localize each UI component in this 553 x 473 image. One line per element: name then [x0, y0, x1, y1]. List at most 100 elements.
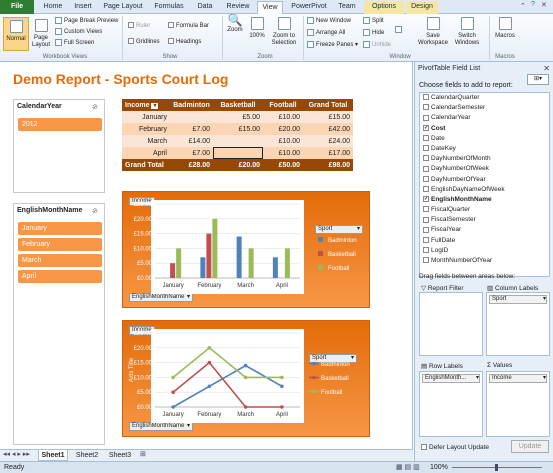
table-cell[interactable]: £42.00	[303, 123, 353, 135]
field-item[interactable]: CalendarSemester	[420, 103, 549, 113]
zoom-to-selection-button[interactable]: Zoom to Selection	[268, 17, 300, 47]
zoom-slider-thumb[interactable]	[495, 464, 498, 471]
tab-design[interactable]: Design	[406, 1, 438, 14]
tab-insert[interactable]: Insert	[68, 1, 98, 14]
column-labels-zone[interactable]: Sport ▾	[486, 292, 550, 356]
unchecked-box-icon[interactable]	[423, 185, 429, 192]
field-item[interactable]: FiscalQuarter	[420, 205, 549, 215]
table-cell[interactable]: £28.00	[170, 159, 213, 171]
field-item[interactable]: ✓ Cost	[420, 124, 549, 134]
unchecked-box-icon[interactable]	[423, 236, 429, 243]
close-icon[interactable]: ✕	[543, 64, 550, 73]
custom-views-button[interactable]: Custom Views	[55, 28, 102, 36]
row-label[interactable]: April	[122, 147, 170, 159]
table-cell[interactable]: £10.00	[263, 111, 303, 123]
tab-sheet1[interactable]: Sheet1	[38, 450, 68, 461]
ruler-checkbox[interactable]: Ruler	[128, 22, 150, 30]
formula-bar-checkbox[interactable]: Formula Bar	[168, 22, 209, 30]
field-item[interactable]: CalendarQuarter	[420, 93, 549, 103]
page-layout-view-button[interactable]: Page Layout	[30, 17, 52, 51]
pivot-line-chart[interactable]: Income Sport ▾ EnglishMonthName ▾ £0.00 £5.…	[122, 320, 370, 437]
gridlines-checkbox[interactable]: Gridlines	[128, 38, 160, 46]
unchecked-box-icon[interactable]	[423, 226, 429, 233]
slicer-english-month-name[interactable]: EnglishMonthName ⊘ January February Marc…	[13, 203, 105, 445]
table-cell[interactable]: £5.00	[213, 111, 263, 123]
field-item[interactable]: DayNumberOfMonth	[420, 154, 549, 164]
field-list-layout-button[interactable]: ⊞▾	[527, 74, 549, 85]
slicer-item-april[interactable]: April	[18, 270, 102, 283]
row-field-pill[interactable]: EnglishMonth... ▾	[422, 374, 480, 383]
slicer-item-2012[interactable]: 2012	[18, 118, 102, 131]
tab-sheet3[interactable]: Sheet3	[105, 450, 135, 461]
pivot-bar-chart[interactable]: Income Sport ▾ EnglishMonthName ▾ £0.00 £5.…	[122, 191, 370, 308]
macros-button[interactable]: Macros	[492, 17, 518, 40]
minimize-ribbon-icon[interactable]: ⌃	[520, 2, 526, 10]
table-cell[interactable]: £24.00	[303, 135, 353, 147]
field-list[interactable]: CalendarQuarter CalendarSemester CalendarY…	[419, 92, 550, 277]
field-item[interactable]: MonthNumberOfYear	[420, 256, 549, 266]
tab-view[interactable]: View	[257, 1, 283, 14]
full-screen-button[interactable]: Full Screen	[55, 39, 94, 47]
view-mode-icons[interactable]: ▦ ▤ ▥	[396, 462, 420, 473]
table-cell[interactable]	[170, 111, 213, 123]
clear-filter-icon[interactable]: ⊘	[92, 103, 100, 111]
table-cell[interactable]: £10.00	[263, 147, 303, 159]
tab-sheet2[interactable]: Sheet2	[72, 450, 102, 461]
table-cell[interactable]: £98.00	[303, 159, 353, 171]
tab-formulas[interactable]: Formulas	[150, 1, 188, 14]
arrange-all-button[interactable]: Arrange All	[307, 29, 345, 37]
zoom-100-button[interactable]: 100%	[247, 17, 267, 40]
table-cell[interactable]: £17.00	[303, 147, 353, 159]
worksheet[interactable]: Demo Report - Sports Court Log CalendarY…	[0, 62, 413, 449]
switch-windows-button[interactable]: Switch Windows	[452, 17, 482, 47]
unchecked-box-icon[interactable]	[423, 175, 429, 182]
unchecked-box-icon[interactable]	[423, 145, 429, 152]
table-cell[interactable]: £7.00	[170, 147, 213, 159]
view-side-by-side-button[interactable]	[392, 26, 406, 34]
unchecked-box-icon[interactable]	[423, 216, 429, 223]
table-cell[interactable]: £10.00	[263, 135, 303, 147]
pivot-table[interactable]: Income ▼ Badminton Basketball Football G…	[122, 99, 353, 171]
table-cell[interactable]: £15.00	[213, 123, 263, 135]
values-field-pill[interactable]: Income ▾	[489, 374, 547, 383]
table-cell[interactable]: £20.00	[263, 123, 303, 135]
sheet-nav-icon[interactable]: ◂◂ ◂ ▸ ▸▸	[3, 450, 30, 458]
unchecked-box-icon[interactable]	[423, 247, 429, 254]
tab-powerpivot[interactable]: PowerPivot	[287, 1, 331, 14]
slicer-item-march[interactable]: March	[18, 254, 102, 267]
table-cell[interactable]	[213, 135, 263, 147]
table-cell[interactable]: £20.00	[213, 159, 263, 171]
tab-options[interactable]: Options	[364, 1, 404, 14]
clear-filter-icon[interactable]: ⊘	[92, 207, 100, 215]
close-workbook-icon[interactable]: ✕	[541, 1, 547, 9]
split-button[interactable]: Split	[363, 17, 384, 25]
zoom-level[interactable]: 100%	[430, 462, 448, 473]
tab-file[interactable]: File	[0, 0, 34, 14]
slicer-item-january[interactable]: January	[18, 222, 102, 235]
new-sheet-icon[interactable]: ⊞	[140, 450, 146, 458]
field-item[interactable]: FullDate	[420, 236, 549, 246]
zoom-button[interactable]: 🔍 Zoom	[225, 14, 245, 34]
checked-box-icon[interactable]: ✓	[423, 124, 429, 131]
field-item[interactable]: FiscalYear	[420, 225, 549, 235]
field-item[interactable]: LogID	[420, 246, 549, 256]
unchecked-box-icon[interactable]	[423, 135, 429, 142]
tab-page-layout[interactable]: Page Layout	[100, 1, 146, 14]
row-label[interactable]: Grand Total	[122, 159, 170, 171]
help-icon[interactable]: ?	[531, 1, 535, 8]
checked-box-icon[interactable]: ✓	[423, 196, 429, 203]
hide-button[interactable]: Hide	[363, 29, 384, 37]
slicer-item-february[interactable]: February	[18, 238, 102, 251]
row-label[interactable]: February	[122, 123, 170, 135]
selected-cell[interactable]	[213, 147, 263, 159]
row-label[interactable]: March	[122, 135, 170, 147]
field-item[interactable]: ✓ EnglishMonthName	[420, 195, 549, 205]
update-button[interactable]: Update	[511, 440, 549, 453]
headings-checkbox[interactable]: Headings	[168, 38, 201, 46]
field-item[interactable]: FiscalSemester	[420, 215, 549, 225]
unhide-button[interactable]: Unhide	[363, 41, 391, 49]
unchecked-box-icon[interactable]	[423, 94, 429, 101]
row-label[interactable]: January	[122, 111, 170, 123]
unchecked-box-icon[interactable]	[423, 114, 429, 121]
tab-data[interactable]: Data	[192, 1, 218, 14]
